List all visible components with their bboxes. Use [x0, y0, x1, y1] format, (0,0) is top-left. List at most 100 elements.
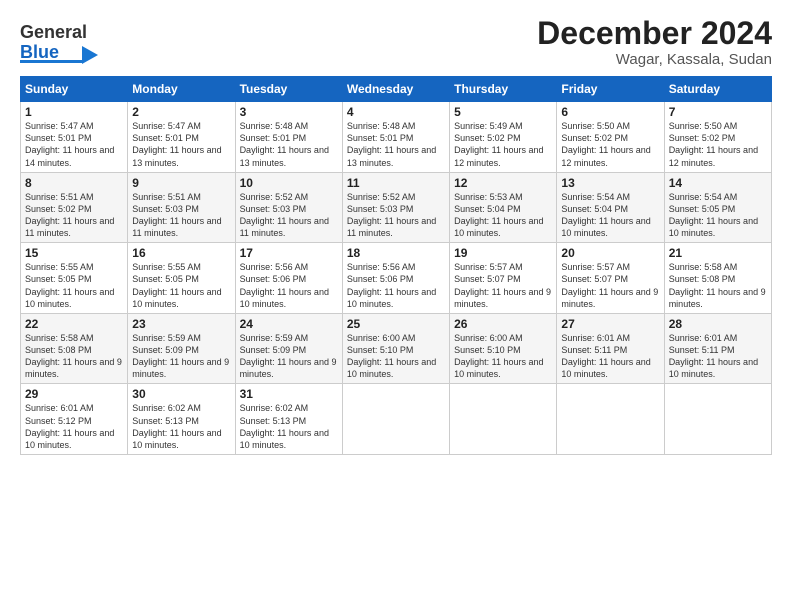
- calendar-cell: 10Sunrise: 5:52 AMSunset: 5:03 PMDayligh…: [235, 172, 342, 243]
- calendar-cell: 27Sunrise: 6:01 AMSunset: 5:11 PMDayligh…: [557, 313, 664, 384]
- day-info: Sunrise: 6:02 AMSunset: 5:13 PMDaylight:…: [132, 402, 230, 451]
- calendar-cell: 6Sunrise: 5:50 AMSunset: 5:02 PMDaylight…: [557, 102, 664, 173]
- day-info: Sunrise: 5:56 AMSunset: 5:06 PMDaylight:…: [347, 261, 445, 310]
- col-header-wednesday: Wednesday: [342, 77, 449, 102]
- day-number: 12: [454, 176, 552, 190]
- calendar-cell: 22Sunrise: 5:58 AMSunset: 5:08 PMDayligh…: [21, 313, 128, 384]
- day-number: 18: [347, 246, 445, 260]
- svg-text:General: General: [20, 22, 87, 42]
- day-number: 7: [669, 105, 767, 119]
- col-header-friday: Friday: [557, 77, 664, 102]
- calendar-cell: 1Sunrise: 5:47 AMSunset: 5:01 PMDaylight…: [21, 102, 128, 173]
- calendar-cell: 8Sunrise: 5:51 AMSunset: 5:02 PMDaylight…: [21, 172, 128, 243]
- day-info: Sunrise: 6:01 AMSunset: 5:11 PMDaylight:…: [669, 332, 767, 381]
- col-header-sunday: Sunday: [21, 77, 128, 102]
- day-number: 4: [347, 105, 445, 119]
- day-number: 8: [25, 176, 123, 190]
- day-number: 27: [561, 317, 659, 331]
- calendar-cell: [450, 384, 557, 455]
- day-info: Sunrise: 5:57 AMSunset: 5:07 PMDaylight:…: [454, 261, 552, 310]
- day-number: 9: [132, 176, 230, 190]
- day-info: Sunrise: 5:59 AMSunset: 5:09 PMDaylight:…: [240, 332, 338, 381]
- col-header-saturday: Saturday: [664, 77, 771, 102]
- calendar-cell: 28Sunrise: 6:01 AMSunset: 5:11 PMDayligh…: [664, 313, 771, 384]
- day-info: Sunrise: 5:50 AMSunset: 5:02 PMDaylight:…: [561, 120, 659, 169]
- day-number: 16: [132, 246, 230, 260]
- day-number: 26: [454, 317, 552, 331]
- day-number: 17: [240, 246, 338, 260]
- calendar-cell: 26Sunrise: 6:00 AMSunset: 5:10 PMDayligh…: [450, 313, 557, 384]
- day-number: 30: [132, 387, 230, 401]
- calendar-week-3: 15Sunrise: 5:55 AMSunset: 5:05 PMDayligh…: [21, 243, 772, 314]
- day-info: Sunrise: 5:48 AMSunset: 5:01 PMDaylight:…: [240, 120, 338, 169]
- calendar-cell: [342, 384, 449, 455]
- day-number: 15: [25, 246, 123, 260]
- calendar-cell: [557, 384, 664, 455]
- calendar-cell: 17Sunrise: 5:56 AMSunset: 5:06 PMDayligh…: [235, 243, 342, 314]
- svg-text:Blue: Blue: [20, 42, 59, 62]
- day-number: 14: [669, 176, 767, 190]
- calendar-cell: 14Sunrise: 5:54 AMSunset: 5:05 PMDayligh…: [664, 172, 771, 243]
- day-info: Sunrise: 5:47 AMSunset: 5:01 PMDaylight:…: [25, 120, 123, 169]
- day-number: 24: [240, 317, 338, 331]
- calendar-cell: 25Sunrise: 6:00 AMSunset: 5:10 PMDayligh…: [342, 313, 449, 384]
- day-info: Sunrise: 5:55 AMSunset: 5:05 PMDaylight:…: [132, 261, 230, 310]
- col-header-monday: Monday: [128, 77, 235, 102]
- calendar-cell: 12Sunrise: 5:53 AMSunset: 5:04 PMDayligh…: [450, 172, 557, 243]
- logo-icon: General Blue: [20, 16, 105, 68]
- calendar-cell: 24Sunrise: 5:59 AMSunset: 5:09 PMDayligh…: [235, 313, 342, 384]
- day-number: 1: [25, 105, 123, 119]
- day-info: Sunrise: 6:00 AMSunset: 5:10 PMDaylight:…: [347, 332, 445, 381]
- calendar-cell: 21Sunrise: 5:58 AMSunset: 5:08 PMDayligh…: [664, 243, 771, 314]
- day-info: Sunrise: 5:51 AMSunset: 5:02 PMDaylight:…: [25, 191, 123, 240]
- calendar-cell: 3Sunrise: 5:48 AMSunset: 5:01 PMDaylight…: [235, 102, 342, 173]
- day-info: Sunrise: 5:56 AMSunset: 5:06 PMDaylight:…: [240, 261, 338, 310]
- calendar-cell: 11Sunrise: 5:52 AMSunset: 5:03 PMDayligh…: [342, 172, 449, 243]
- calendar-header-row: SundayMondayTuesdayWednesdayThursdayFrid…: [21, 77, 772, 102]
- day-info: Sunrise: 5:57 AMSunset: 5:07 PMDaylight:…: [561, 261, 659, 310]
- day-info: Sunrise: 5:55 AMSunset: 5:05 PMDaylight:…: [25, 261, 123, 310]
- day-info: Sunrise: 5:50 AMSunset: 5:02 PMDaylight:…: [669, 120, 767, 169]
- col-header-tuesday: Tuesday: [235, 77, 342, 102]
- day-info: Sunrise: 6:01 AMSunset: 5:12 PMDaylight:…: [25, 402, 123, 451]
- calendar-cell: 20Sunrise: 5:57 AMSunset: 5:07 PMDayligh…: [557, 243, 664, 314]
- day-info: Sunrise: 5:59 AMSunset: 5:09 PMDaylight:…: [132, 332, 230, 381]
- day-number: 5: [454, 105, 552, 119]
- day-info: Sunrise: 5:52 AMSunset: 5:03 PMDaylight:…: [347, 191, 445, 240]
- col-header-thursday: Thursday: [450, 77, 557, 102]
- day-number: 22: [25, 317, 123, 331]
- day-info: Sunrise: 5:47 AMSunset: 5:01 PMDaylight:…: [132, 120, 230, 169]
- day-number: 28: [669, 317, 767, 331]
- calendar-cell: 9Sunrise: 5:51 AMSunset: 5:03 PMDaylight…: [128, 172, 235, 243]
- calendar-cell: 30Sunrise: 6:02 AMSunset: 5:13 PMDayligh…: [128, 384, 235, 455]
- day-number: 23: [132, 317, 230, 331]
- day-number: 25: [347, 317, 445, 331]
- calendar-cell: [664, 384, 771, 455]
- day-number: 11: [347, 176, 445, 190]
- calendar-cell: 15Sunrise: 5:55 AMSunset: 5:05 PMDayligh…: [21, 243, 128, 314]
- day-info: Sunrise: 5:49 AMSunset: 5:02 PMDaylight:…: [454, 120, 552, 169]
- day-info: Sunrise: 5:58 AMSunset: 5:08 PMDaylight:…: [25, 332, 123, 381]
- calendar-week-1: 1Sunrise: 5:47 AMSunset: 5:01 PMDaylight…: [21, 102, 772, 173]
- day-info: Sunrise: 6:01 AMSunset: 5:11 PMDaylight:…: [561, 332, 659, 381]
- day-number: 20: [561, 246, 659, 260]
- day-number: 21: [669, 246, 767, 260]
- title-block: December 2024 Wagar, Kassala, Sudan: [537, 16, 772, 68]
- calendar-week-5: 29Sunrise: 6:01 AMSunset: 5:12 PMDayligh…: [21, 384, 772, 455]
- calendar-cell: 13Sunrise: 5:54 AMSunset: 5:04 PMDayligh…: [557, 172, 664, 243]
- day-info: Sunrise: 6:02 AMSunset: 5:13 PMDaylight:…: [240, 402, 338, 451]
- day-number: 2: [132, 105, 230, 119]
- day-info: Sunrise: 5:53 AMSunset: 5:04 PMDaylight:…: [454, 191, 552, 240]
- day-info: Sunrise: 5:48 AMSunset: 5:01 PMDaylight:…: [347, 120, 445, 169]
- calendar-cell: 31Sunrise: 6:02 AMSunset: 5:13 PMDayligh…: [235, 384, 342, 455]
- calendar-cell: 19Sunrise: 5:57 AMSunset: 5:07 PMDayligh…: [450, 243, 557, 314]
- calendar-cell: 7Sunrise: 5:50 AMSunset: 5:02 PMDaylight…: [664, 102, 771, 173]
- day-info: Sunrise: 6:00 AMSunset: 5:10 PMDaylight:…: [454, 332, 552, 381]
- calendar-cell: 16Sunrise: 5:55 AMSunset: 5:05 PMDayligh…: [128, 243, 235, 314]
- day-info: Sunrise: 5:51 AMSunset: 5:03 PMDaylight:…: [132, 191, 230, 240]
- calendar-cell: 2Sunrise: 5:47 AMSunset: 5:01 PMDaylight…: [128, 102, 235, 173]
- day-number: 3: [240, 105, 338, 119]
- header: General Blue December 2024 Wagar, Kassal…: [20, 16, 772, 68]
- page: General Blue December 2024 Wagar, Kassal…: [0, 0, 792, 612]
- day-number: 13: [561, 176, 659, 190]
